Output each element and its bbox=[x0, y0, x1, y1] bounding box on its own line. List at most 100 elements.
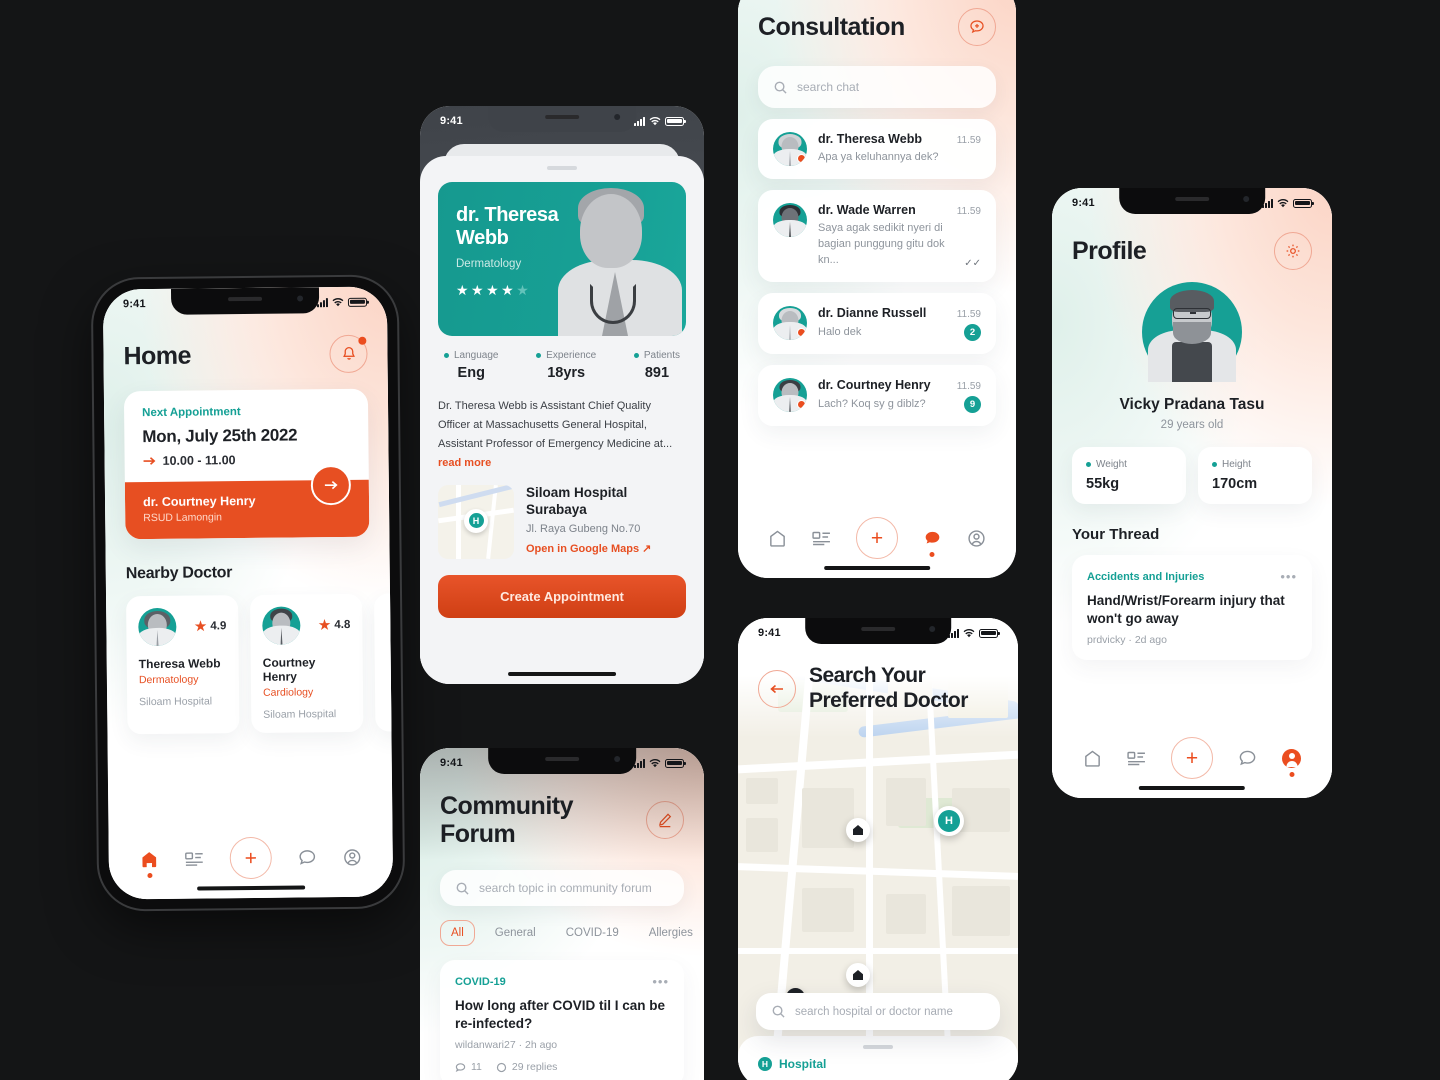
chat-icon bbox=[925, 531, 940, 544]
nav-home[interactable] bbox=[1083, 749, 1102, 768]
doctor-name: Courtney Henry bbox=[262, 655, 316, 684]
open-in-google-maps-link[interactable]: Open in Google Maps ↗ bbox=[526, 542, 686, 555]
new-chat-button[interactable] bbox=[958, 8, 996, 46]
chat-list-item[interactable]: dr. Courtney Henry 11.59 Lach? Koq sy g … bbox=[758, 364, 996, 426]
home-icon bbox=[142, 851, 157, 867]
gear-icon bbox=[1286, 244, 1300, 258]
arrow-right-icon bbox=[324, 481, 338, 490]
search-chat-field[interactable]: search chat bbox=[758, 66, 996, 108]
profile-header: Profile bbox=[1072, 232, 1312, 270]
nav-feed[interactable] bbox=[812, 531, 831, 546]
home-pin-icon-2[interactable] bbox=[846, 963, 870, 987]
metric-weight: Weight 55kg bbox=[1072, 447, 1186, 504]
chat-time: 11.59 bbox=[956, 206, 981, 217]
appointment-go-button[interactable] bbox=[310, 464, 352, 506]
hospital-name: Siloam Hospital Surabaya bbox=[526, 484, 628, 517]
nav-home[interactable] bbox=[140, 849, 159, 878]
avatar bbox=[773, 377, 807, 412]
appointment-time-row: 10.00 - 11.00 bbox=[143, 452, 351, 468]
nav-add-button[interactable]: + bbox=[1170, 737, 1213, 779]
doctor-card[interactable]: ★ 4.8 Courtney Henry Cardiology Siloam H… bbox=[250, 593, 364, 733]
nav-add-button[interactable]: + bbox=[855, 517, 898, 559]
nav-chat[interactable] bbox=[923, 529, 942, 557]
tab-covid19[interactable]: COVID-19 bbox=[556, 921, 629, 945]
nearby-doctor-list[interactable]: ★ 4.9 Theresa Webb Dermatology Siloam Ho… bbox=[126, 593, 394, 735]
profile-age: 29 years old bbox=[1160, 419, 1224, 431]
doctor-detail-screen: 9:41 dr. Theresa Webb Dermatology ★★★★★ bbox=[420, 106, 704, 684]
search-forum-field[interactable]: search topic in community forum bbox=[440, 870, 684, 906]
forum-post-card[interactable]: COVID-19 ••• How long after COVID til I … bbox=[440, 960, 684, 1080]
appointment-time: 10.00 - 11.00 bbox=[162, 453, 236, 468]
chat-list[interactable]: dr. Theresa Webb 11.59 Apa ya keluhannya… bbox=[758, 119, 996, 426]
nav-profile[interactable] bbox=[1282, 748, 1302, 777]
compose-post-button[interactable] bbox=[646, 801, 684, 839]
doctor-specialty: Dermatology bbox=[138, 673, 199, 687]
thread-title: Hand/Wrist/Forearm injury that won't go … bbox=[1087, 593, 1285, 626]
tab-all[interactable]: All bbox=[440, 920, 475, 946]
map-bottom-sheet[interactable]: H Hospital bbox=[738, 1036, 1018, 1080]
hospital-pin-teal-icon[interactable]: H bbox=[934, 806, 964, 836]
nav-feed[interactable] bbox=[185, 851, 204, 866]
appointment-hospital: RSUD Lamongin bbox=[143, 511, 223, 525]
stat-value: 18yrs bbox=[547, 365, 586, 381]
nav-chat[interactable] bbox=[1238, 749, 1257, 768]
chat-time: 11.59 bbox=[956, 135, 981, 146]
chat-list-item[interactable]: dr. Dianne Russell 11.59 Halo dek 2 bbox=[758, 292, 996, 354]
doctor-photo bbox=[554, 186, 686, 336]
sheet-grabber[interactable] bbox=[863, 1045, 893, 1049]
article-icon bbox=[185, 851, 203, 866]
sheet-grabber[interactable] bbox=[547, 166, 577, 170]
hospital-row[interactable]: H Siloam Hospital Surabaya Jl. Raya Gube… bbox=[438, 484, 686, 559]
doctor-hospital: Siloam Hospital bbox=[263, 708, 337, 721]
create-appointment-button[interactable]: Create Appointment bbox=[438, 574, 686, 618]
chat-time: 11.59 bbox=[956, 308, 981, 320]
chat-name: dr. Wade Warren bbox=[818, 203, 916, 217]
page-title: Home bbox=[123, 341, 192, 371]
thread-more-icon[interactable]: ••• bbox=[1280, 569, 1297, 584]
search-hospital-placeholder: search hospital or doctor name bbox=[795, 1005, 953, 1018]
phone-consultation: Consultation search chat dr. Theresa Web… bbox=[738, 0, 1016, 578]
wifi-icon bbox=[963, 628, 975, 638]
metric-value: 170cm bbox=[1212, 476, 1258, 492]
hospital-pin-icon: H bbox=[464, 508, 488, 533]
nav-profile[interactable] bbox=[967, 529, 986, 548]
back-button[interactable] bbox=[758, 669, 796, 708]
nav-profile[interactable] bbox=[343, 847, 362, 866]
forum-tabs[interactable]: All General COVID-19 Allergies Ca bbox=[440, 920, 693, 946]
tab-general[interactable]: General bbox=[485, 921, 546, 945]
post-title: How long after COVID til I can be re-inf… bbox=[455, 998, 666, 1031]
nav-feed[interactable] bbox=[1127, 751, 1146, 766]
nav-chat[interactable] bbox=[298, 848, 317, 867]
wifi-icon bbox=[332, 297, 344, 306]
tab-allergies[interactable]: Allergies bbox=[639, 921, 703, 945]
home-pin-icon[interactable] bbox=[846, 818, 870, 842]
nav-home[interactable] bbox=[768, 529, 787, 548]
thread-card[interactable]: Accidents and Injuries ••• Hand/Wrist/Fo… bbox=[1072, 555, 1312, 661]
status-time: 9:41 bbox=[122, 298, 146, 311]
post-more-icon[interactable]: ••• bbox=[652, 974, 669, 989]
notification-bell-button[interactable] bbox=[329, 334, 368, 374]
status-time: 9:41 bbox=[758, 627, 781, 639]
next-appointment-card[interactable]: Next Appointment Mon, July 25th 2022 10.… bbox=[123, 388, 370, 540]
doctor-card-partial[interactable] bbox=[374, 593, 394, 732]
read-more-link[interactable]: read more bbox=[438, 457, 686, 469]
status-time: 9:41 bbox=[440, 757, 463, 769]
settings-button[interactable] bbox=[1274, 232, 1312, 270]
search-hospital-field[interactable]: search hospital or doctor name bbox=[756, 993, 1000, 1030]
doctor-card[interactable]: ★ 4.9 Theresa Webb Dermatology Siloam Ho… bbox=[126, 595, 240, 735]
hospital-minimap[interactable]: H bbox=[438, 484, 514, 559]
avatar bbox=[262, 606, 301, 645]
notch bbox=[488, 748, 636, 774]
nav-add-button[interactable]: + bbox=[229, 836, 272, 880]
online-dot bbox=[797, 154, 806, 163]
post-meta: wildanwari27 · 2h ago bbox=[455, 1039, 558, 1052]
nearby-doctor-section: Nearby Doctor ★ 4.9 Theresa Webb Dermato… bbox=[106, 563, 394, 735]
search-icon bbox=[456, 882, 469, 895]
reply-icon bbox=[496, 1062, 507, 1072]
chat-message: Saya agak sedikit nyeri di bagian punggu… bbox=[818, 222, 945, 266]
unread-badge: 9 bbox=[964, 395, 981, 413]
chat-list-item[interactable]: dr. Theresa Webb 11.59 Apa ya keluhannya… bbox=[758, 119, 996, 179]
chat-list-item[interactable]: dr. Wade Warren 11.59 Saya agak sedikit … bbox=[758, 190, 996, 282]
your-thread-title: Your Thread bbox=[1072, 526, 1160, 543]
wifi-icon bbox=[1277, 198, 1289, 208]
